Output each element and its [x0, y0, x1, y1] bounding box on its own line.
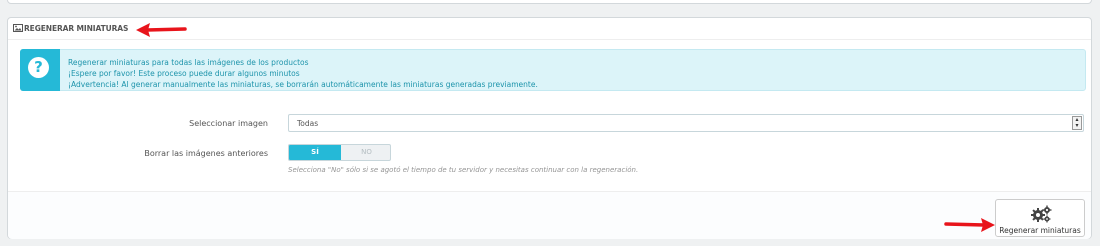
regenerate-button-label: Regenerar miniaturas: [999, 226, 1081, 235]
question-circle-icon: ?: [28, 57, 49, 78]
panel-title: REGENERAR MINIATURAS: [24, 24, 129, 33]
previous-panel: [7, 0, 1092, 4]
help-text: Selecciona "No" sólo si se agotó el tiem…: [288, 166, 639, 174]
dropdown-arrow-icon[interactable]: ▴ ▾: [1072, 116, 1082, 130]
regenerate-thumbnails-panel: REGENERAR MINIATURAS ? Regenerar miniatu…: [7, 17, 1092, 239]
toggle-yes-option[interactable]: SÍ: [289, 145, 341, 160]
select-image-dropdown[interactable]: Todas ▴ ▾: [288, 114, 1084, 132]
alert-line-3: ¡Advertencia! Al generar manualmente las…: [68, 80, 538, 89]
select-image-value: Todas: [297, 119, 319, 128]
info-alert: ? Regenerar miniaturas para todas las im…: [20, 49, 1086, 91]
image-icon: [13, 24, 23, 32]
alert-icon-stripe: ?: [20, 49, 60, 91]
alert-line-1: Regenerar miniaturas para todas las imág…: [68, 58, 309, 67]
annotation-arrow-right-icon: [944, 218, 995, 232]
select-image-label: Seleccionar imagen: [189, 119, 268, 128]
gears-icon: [1031, 205, 1052, 223]
panel-footer: Regenerar miniaturas: [8, 191, 1091, 239]
alert-line-2: ¡Espere por favor! Este proceso puede du…: [68, 69, 300, 78]
regenerate-thumbnails-button[interactable]: Regenerar miniaturas: [995, 199, 1085, 237]
toggle-no-option[interactable]: NO: [341, 145, 390, 160]
erase-previous-label: Borrar las imágenes anteriores: [144, 149, 268, 158]
erase-previous-toggle[interactable]: SÍ NO: [288, 144, 391, 161]
annotation-arrow-left-icon: [136, 23, 187, 37]
